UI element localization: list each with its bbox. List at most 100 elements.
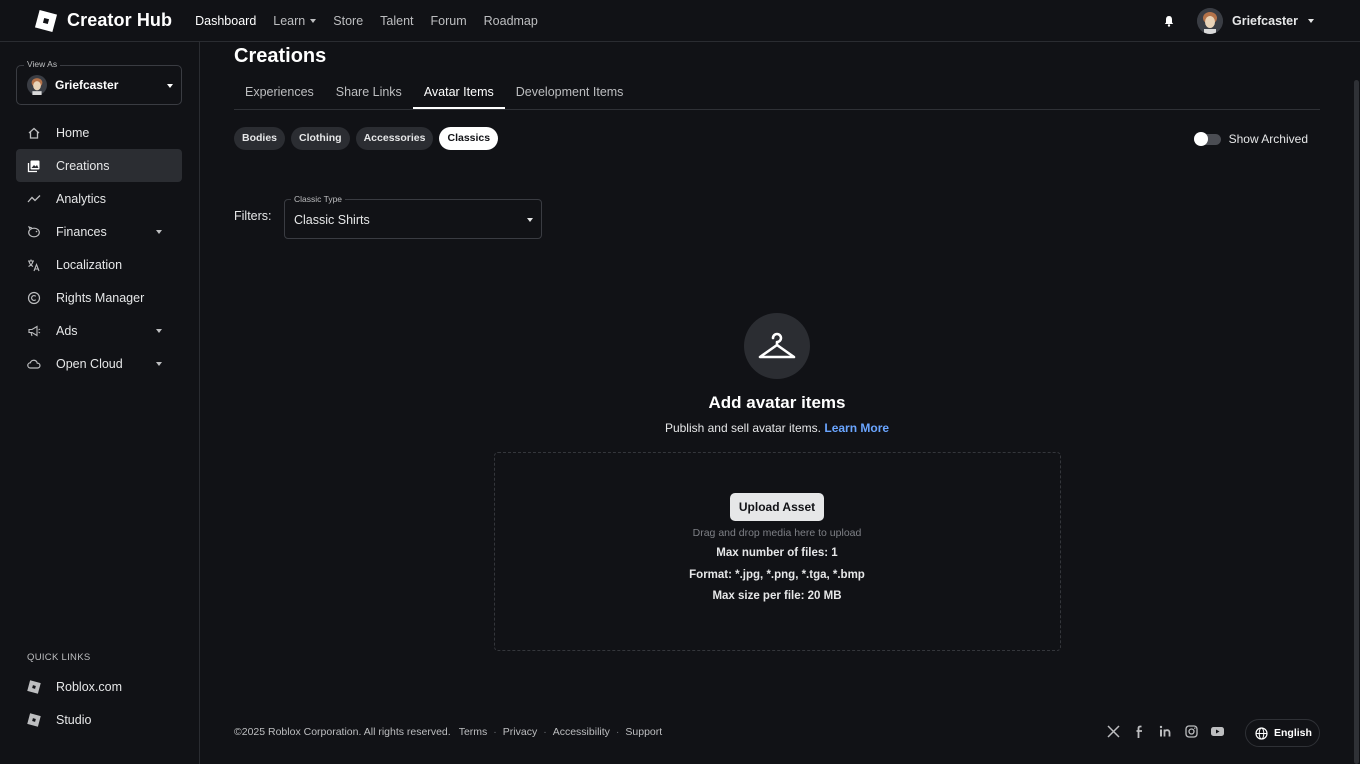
youtube-icon[interactable] xyxy=(1210,724,1225,739)
creations-tabs: Experiences Share Links Avatar Items Dev… xyxy=(234,76,1320,110)
chip-classics[interactable]: Classics xyxy=(439,127,499,150)
sidebar-item-rights-manager[interactable]: Rights Manager xyxy=(16,281,182,314)
nav-dashboard[interactable]: Dashboard xyxy=(195,14,256,28)
max-size-text: Max size per file: 20 MB xyxy=(712,590,842,602)
brand[interactable]: Creator Hub xyxy=(34,9,172,33)
show-archived-label: Show Archived xyxy=(1228,132,1308,146)
sidebar-nav: Home Creations Analytics Finances Locali… xyxy=(16,116,182,380)
quick-link-studio[interactable]: Studio xyxy=(16,703,182,736)
chevron-down-icon xyxy=(167,84,173,88)
chevron-down-icon xyxy=(156,362,162,366)
footer-separator: · xyxy=(493,726,497,738)
empty-state-subtitle-text: Publish and sell avatar items. xyxy=(664,421,822,435)
view-as-label: View As xyxy=(24,59,61,69)
top-nav-links: Dashboard Learn Store Talent Forum Roadm… xyxy=(195,14,555,28)
quick-links: Roblox.com Studio xyxy=(16,670,182,736)
finances-icon xyxy=(27,225,40,237)
learn-more-link[interactable]: Learn More xyxy=(824,421,889,435)
quick-link-label: Studio xyxy=(56,712,92,727)
upload-asset-button[interactable]: Upload Asset xyxy=(730,493,824,521)
instagram-icon[interactable] xyxy=(1184,724,1199,739)
show-archived: Show Archived xyxy=(1193,131,1308,146)
creations-icon xyxy=(27,160,40,172)
nav-roadmap[interactable]: Roadmap xyxy=(484,14,538,28)
footer-separator: · xyxy=(543,726,547,738)
sidebar-item-label: Creations xyxy=(56,158,110,173)
show-archived-toggle[interactable] xyxy=(1193,131,1221,146)
linkedin-icon[interactable] xyxy=(1158,724,1173,739)
page-title: Creations xyxy=(234,45,327,67)
category-chips: Bodies Clothing Accessories Classics xyxy=(234,127,504,150)
quick-link-roblox[interactable]: Roblox.com xyxy=(16,670,182,703)
chip-bodies[interactable]: Bodies xyxy=(234,127,286,150)
home-icon xyxy=(28,127,40,139)
footer-accessibility-link[interactable]: Accessibility xyxy=(553,726,610,738)
drop-hint: Drag and drop media here to upload xyxy=(692,527,862,539)
empty-state-title: Add avatar items xyxy=(708,393,846,412)
avatar[interactable] xyxy=(1196,8,1223,34)
nav-learn-label: Learn xyxy=(273,13,306,28)
analytics-icon xyxy=(27,194,41,202)
tab-avatar-items[interactable]: Avatar Items xyxy=(412,76,505,109)
social-links xyxy=(1106,724,1236,739)
x-icon[interactable] xyxy=(1106,724,1121,739)
chevron-down-icon xyxy=(527,218,533,222)
roblox-logo-icon xyxy=(27,679,41,694)
sidebar-item-creations[interactable]: Creations xyxy=(16,149,182,182)
tab-development-items[interactable]: Development Items xyxy=(505,76,635,109)
nav-talent[interactable]: Talent xyxy=(380,14,413,28)
view-as-name: Griefcaster xyxy=(55,78,119,92)
sidebar-item-label: Finances xyxy=(56,224,107,239)
studio-icon xyxy=(27,712,41,727)
filters-label: Filters: xyxy=(234,209,272,223)
sidebar-item-open-cloud[interactable]: Open Cloud xyxy=(16,347,182,380)
footer: ©2025 Roblox Corporation. All rights res… xyxy=(234,726,662,738)
classic-type-select[interactable]: Classic Type Classic Shirts xyxy=(284,194,542,239)
facebook-icon[interactable] xyxy=(1132,724,1147,739)
globe-icon xyxy=(1255,726,1268,740)
tab-share-links[interactable]: Share Links xyxy=(325,76,413,109)
footer-terms-link[interactable]: Terms xyxy=(459,726,488,738)
sidebar-item-localization[interactable]: Localization xyxy=(16,248,182,281)
copyright: ©2025 Roblox Corporation. All rights res… xyxy=(234,726,451,738)
avatar-image-icon xyxy=(1196,8,1223,34)
max-files-text: Max number of files: 1 xyxy=(716,547,838,559)
quick-link-label: Roblox.com xyxy=(56,679,122,694)
tab-experiences[interactable]: Experiences xyxy=(234,76,325,109)
chevron-down-icon xyxy=(156,230,162,234)
bell-icon[interactable] xyxy=(1163,15,1175,27)
cloud-icon xyxy=(27,359,41,369)
top-nav-right: Griefcaster xyxy=(1163,0,1360,42)
sidebar-item-label: Localization xyxy=(56,257,123,272)
user-name[interactable]: Griefcaster xyxy=(1232,14,1298,28)
view-as-select[interactable]: View As Griefcaster xyxy=(16,59,182,105)
classic-type-label: Classic Type xyxy=(291,194,346,204)
sidebar-item-label: Rights Manager xyxy=(56,290,145,305)
footer-support-link[interactable]: Support xyxy=(625,726,662,738)
localization-icon xyxy=(28,259,40,271)
toggle-knob xyxy=(1193,131,1208,146)
chevron-down-icon xyxy=(156,329,162,333)
nav-store[interactable]: Store xyxy=(333,14,363,28)
footer-privacy-link[interactable]: Privacy xyxy=(503,726,537,738)
sidebar-item-finances[interactable]: Finances xyxy=(16,215,182,248)
language-selector[interactable]: English xyxy=(1245,719,1320,747)
nav-learn[interactable]: Learn xyxy=(273,13,317,28)
hanger-icon xyxy=(758,332,796,359)
empty-state-subtitle: Publish and sell avatar items. Learn Mor… xyxy=(0,421,1360,435)
nav-forum[interactable]: Forum xyxy=(431,14,467,28)
chip-clothing[interactable]: Clothing xyxy=(291,127,350,150)
empty-state-icon-circle xyxy=(744,313,810,379)
language-label: English xyxy=(1274,727,1312,739)
sidebar-item-label: Ads xyxy=(56,323,78,338)
chip-accessories[interactable]: Accessories xyxy=(355,127,434,150)
classic-type-value: Classic Shirts xyxy=(294,213,370,227)
sidebar-item-label: Analytics xyxy=(56,191,107,206)
megaphone-icon xyxy=(28,325,41,336)
sidebar-item-label: Home xyxy=(56,125,90,140)
sidebar-item-home[interactable]: Home xyxy=(16,116,182,149)
format-text: Format: *.jpg, *.png, *.tga, *.bmp xyxy=(689,569,865,581)
chevron-down-icon[interactable] xyxy=(1308,19,1314,23)
sidebar-item-analytics[interactable]: Analytics xyxy=(16,182,182,215)
sidebar-item-ads[interactable]: Ads xyxy=(16,314,182,347)
